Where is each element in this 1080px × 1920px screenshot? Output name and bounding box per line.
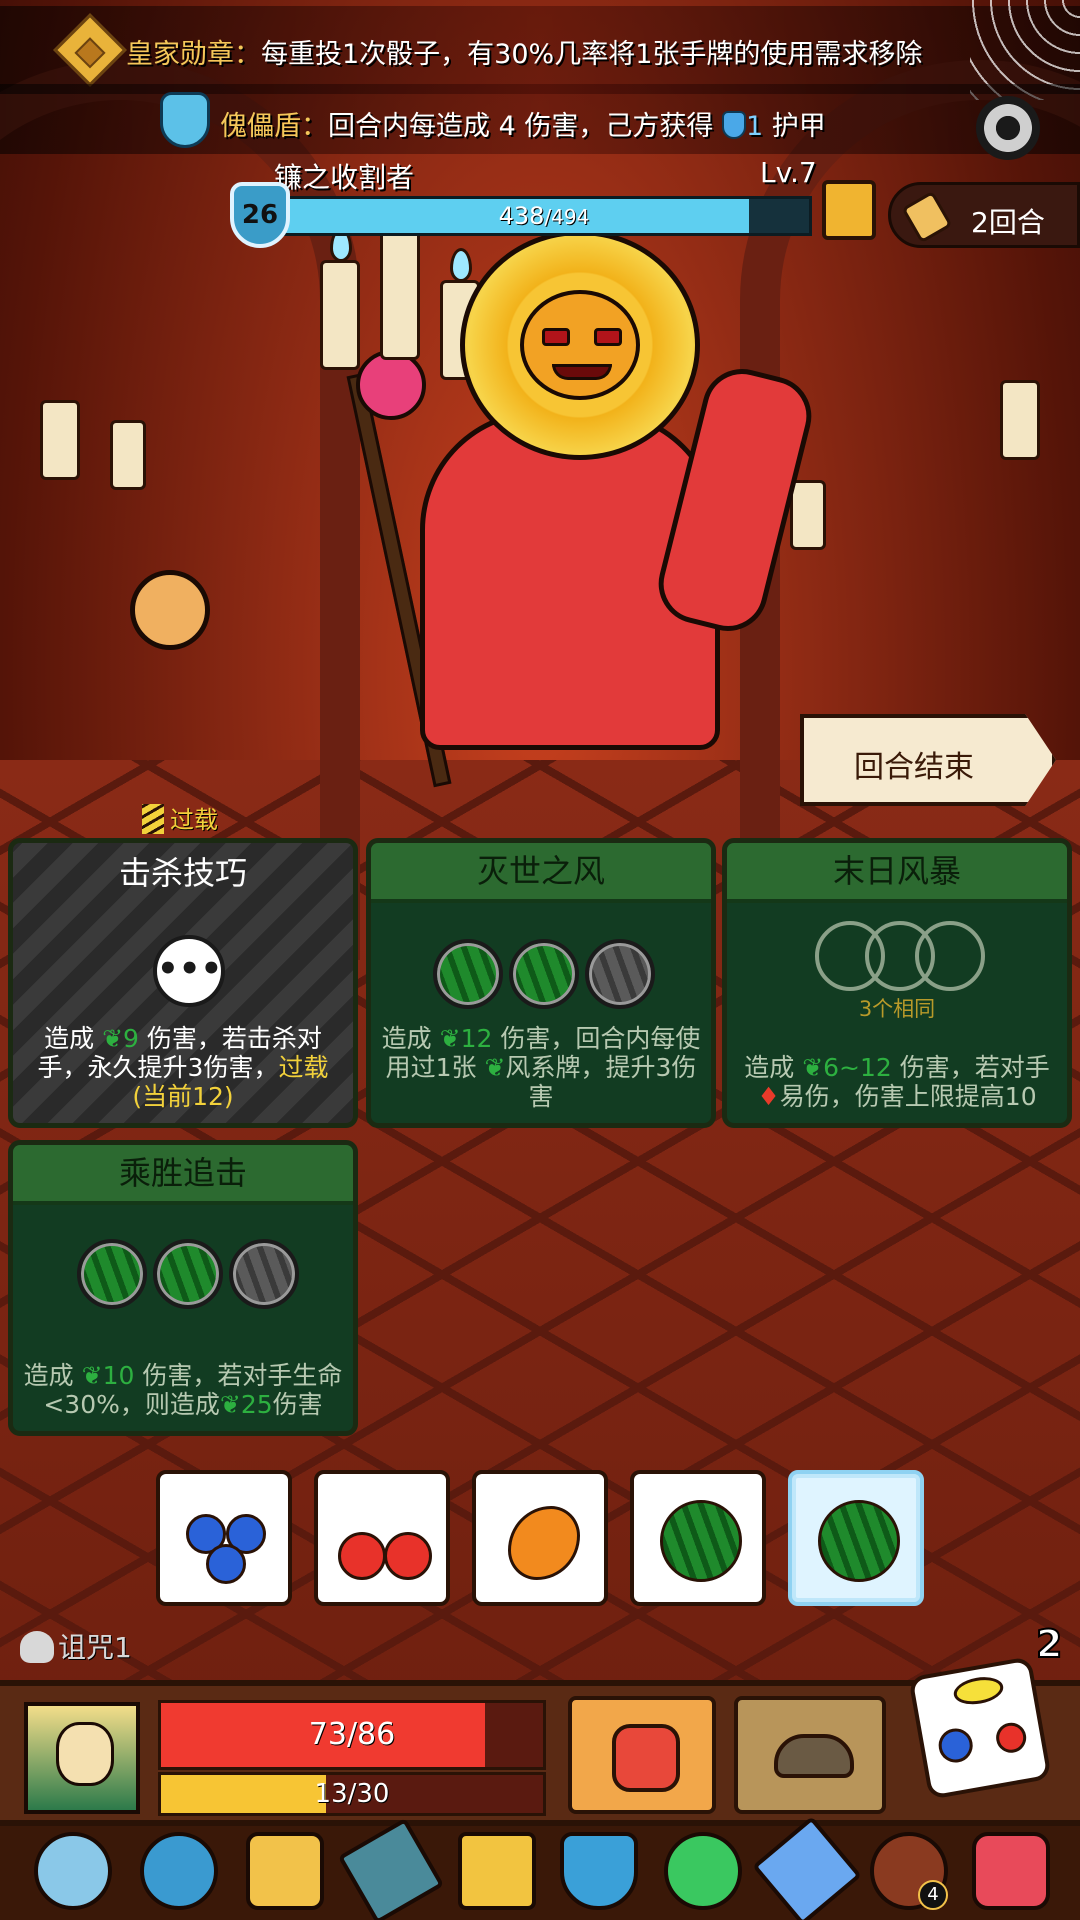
boss-figure[interactable]	[260, 198, 820, 788]
boss-name: 镰之收割者	[274, 161, 415, 194]
boss-level: Lv.7	[760, 156, 817, 189]
boss-hp-text: 438/494	[498, 202, 590, 230]
player-avatar[interactable]	[24, 1702, 140, 1814]
end-turn-button[interactable]: 回合结束	[800, 714, 1056, 806]
fist-skill-button[interactable]	[568, 1696, 716, 1814]
reroll-die-button[interactable]	[908, 1656, 1052, 1800]
watermelon-slot	[509, 939, 579, 1009]
ring-icon[interactable]	[34, 1832, 112, 1910]
relic-count-badge: 4	[918, 1880, 948, 1910]
boss-hp-bar: 438/494	[276, 196, 812, 236]
card-title: 乘胜追击	[13, 1145, 353, 1205]
shovel-icon	[774, 1734, 854, 1778]
dice-monster-icon[interactable]	[246, 1832, 324, 1910]
shovel-skill-button[interactable]	[734, 1696, 886, 1814]
reroll-count: 2	[1035, 1621, 1063, 1667]
shield-armor-amount: 1	[745, 111, 764, 142]
die-cherry[interactable]	[314, 1470, 450, 1606]
shield-relic-icon[interactable]	[560, 1832, 638, 1910]
potion-icon[interactable]	[972, 1832, 1050, 1910]
wind-icon: ❦	[102, 1024, 124, 1053]
blueberry-icon	[206, 1544, 246, 1584]
card-title: 击杀技巧	[118, 854, 247, 892]
shield-text-before: 回合内每造成 4 伤害，己方获得	[328, 111, 714, 142]
staff-gem-icon	[356, 350, 426, 420]
player-hp-bar: 73/86	[158, 1700, 546, 1770]
armor-small-icon	[721, 111, 746, 139]
turn-counter: 2回合	[888, 182, 1080, 248]
watermelon-icon	[818, 1500, 900, 1582]
leaf-icon[interactable]	[664, 1832, 742, 1910]
fist-icon	[612, 1724, 680, 1792]
shield-label: 傀儡盾：	[220, 111, 328, 142]
mango-icon	[508, 1506, 580, 1580]
slots-hint: 3个相同	[858, 997, 936, 1021]
lemon-icon	[951, 1673, 1006, 1708]
skull-icon	[20, 1631, 54, 1663]
staff-candle	[320, 260, 360, 370]
watermelon-icon	[660, 1500, 742, 1582]
gold-box-icon[interactable]	[458, 1832, 536, 1910]
cherry-icon	[384, 1532, 432, 1580]
card-description: 造成 ❦10 伤害，若对手生命<30%，则造成❦25伤害	[23, 1361, 343, 1419]
card-description: 造成 ❦6~12 伤害，若对手 ♦易伤，伤害上限提高10	[744, 1053, 1050, 1111]
shield-banner: 傀儡盾：回合内每造成 4 伤害，己方获得 1 护甲	[0, 84, 1080, 154]
end-turn-label: 回合结束	[854, 750, 974, 785]
die-mango[interactable]	[472, 1470, 608, 1606]
empty-watermelon-slot	[585, 939, 655, 1009]
card-world-ending-wind[interactable]: 灭世之风 造成 ❦12 伤害，回合内每使用过1张 ❦风系牌，提升3伤害	[366, 838, 716, 1128]
curse-indicator[interactable]: 诅咒1	[20, 1626, 132, 1666]
die-blueberry[interactable]	[156, 1470, 292, 1606]
medal-banner: 皇家勋章：每重投1次骰子，有30%几率将1张手牌的使用需求移除	[0, 6, 1080, 94]
card-kill-technique[interactable]: 击杀技巧 ••• 造成 ❦9 伤害，若击杀对手，永久提升3伤害，过载 (当前12)	[8, 838, 358, 1128]
boss-face	[520, 290, 640, 400]
shield-text-after: 护甲	[771, 111, 826, 142]
boss-armor-badge: 26	[230, 182, 290, 248]
wall-eye-decoration	[130, 570, 210, 650]
empty-watermelon-slot	[229, 1239, 299, 1309]
medal-text: 每重投1次骰子，有30%几率将1张手牌的使用需求移除	[261, 39, 923, 70]
watermelon-slot	[433, 939, 503, 1009]
die-watermelon[interactable]	[630, 1470, 766, 1606]
player-hud: 73/86 13/30	[0, 1656, 1080, 1820]
puppet-shield-icon	[160, 92, 210, 148]
candle	[110, 420, 146, 490]
candle	[1000, 380, 1040, 460]
crystal-mask-icon[interactable]	[140, 1832, 218, 1910]
watermelon-slot	[77, 1239, 147, 1309]
card-doom-storm[interactable]: 末日风暴 3个相同 造成 ❦6~12 伤害，若对手 ♦易伤，伤害上限提高10	[722, 838, 1072, 1128]
card-description: 造成 ❦12 伤害，回合内每使用过1张 ❦风系牌，提升3伤害	[381, 1024, 701, 1111]
player-energy-bar: 13/30	[158, 1772, 546, 1816]
player-energy-text: 13/30	[314, 1779, 390, 1809]
cherry-icon	[993, 1720, 1029, 1756]
blueberry-icon	[935, 1725, 976, 1766]
codex-icon[interactable]	[822, 180, 876, 240]
staff-candle	[380, 230, 420, 360]
vulnerable-icon: ♦	[757, 1082, 780, 1111]
die-watermelon-frozen[interactable]	[788, 1470, 924, 1606]
candle	[40, 400, 80, 480]
overload-tag: 过载	[142, 800, 218, 835]
card-title: 末日风暴	[727, 843, 1067, 903]
royal-medal-icon	[53, 13, 127, 87]
card-title: 灭世之风	[371, 843, 711, 903]
watermelon-slot	[153, 1239, 223, 1309]
cherry-icon	[338, 1532, 386, 1580]
gear-icon[interactable]	[976, 96, 1040, 160]
blue-flame-icon	[450, 248, 472, 282]
medal-label: 皇家勋章：	[126, 39, 261, 70]
scroll-icon	[901, 190, 953, 244]
player-hp-text: 73/86	[308, 1717, 396, 1752]
card-description: 造成 ❦9 伤害，若击杀对手，永久提升3伤害，过载 (当前12)	[37, 1024, 329, 1111]
wildcard-slot-icon: •••	[153, 935, 225, 1007]
overload-icon	[142, 804, 164, 834]
card-pursuit[interactable]: 乘胜追击 造成 ❦10 伤害，若对手生命<30%，则造成❦25伤害	[8, 1140, 358, 1436]
turn-label: 2回合	[971, 206, 1045, 239]
empty-slot	[915, 921, 985, 991]
